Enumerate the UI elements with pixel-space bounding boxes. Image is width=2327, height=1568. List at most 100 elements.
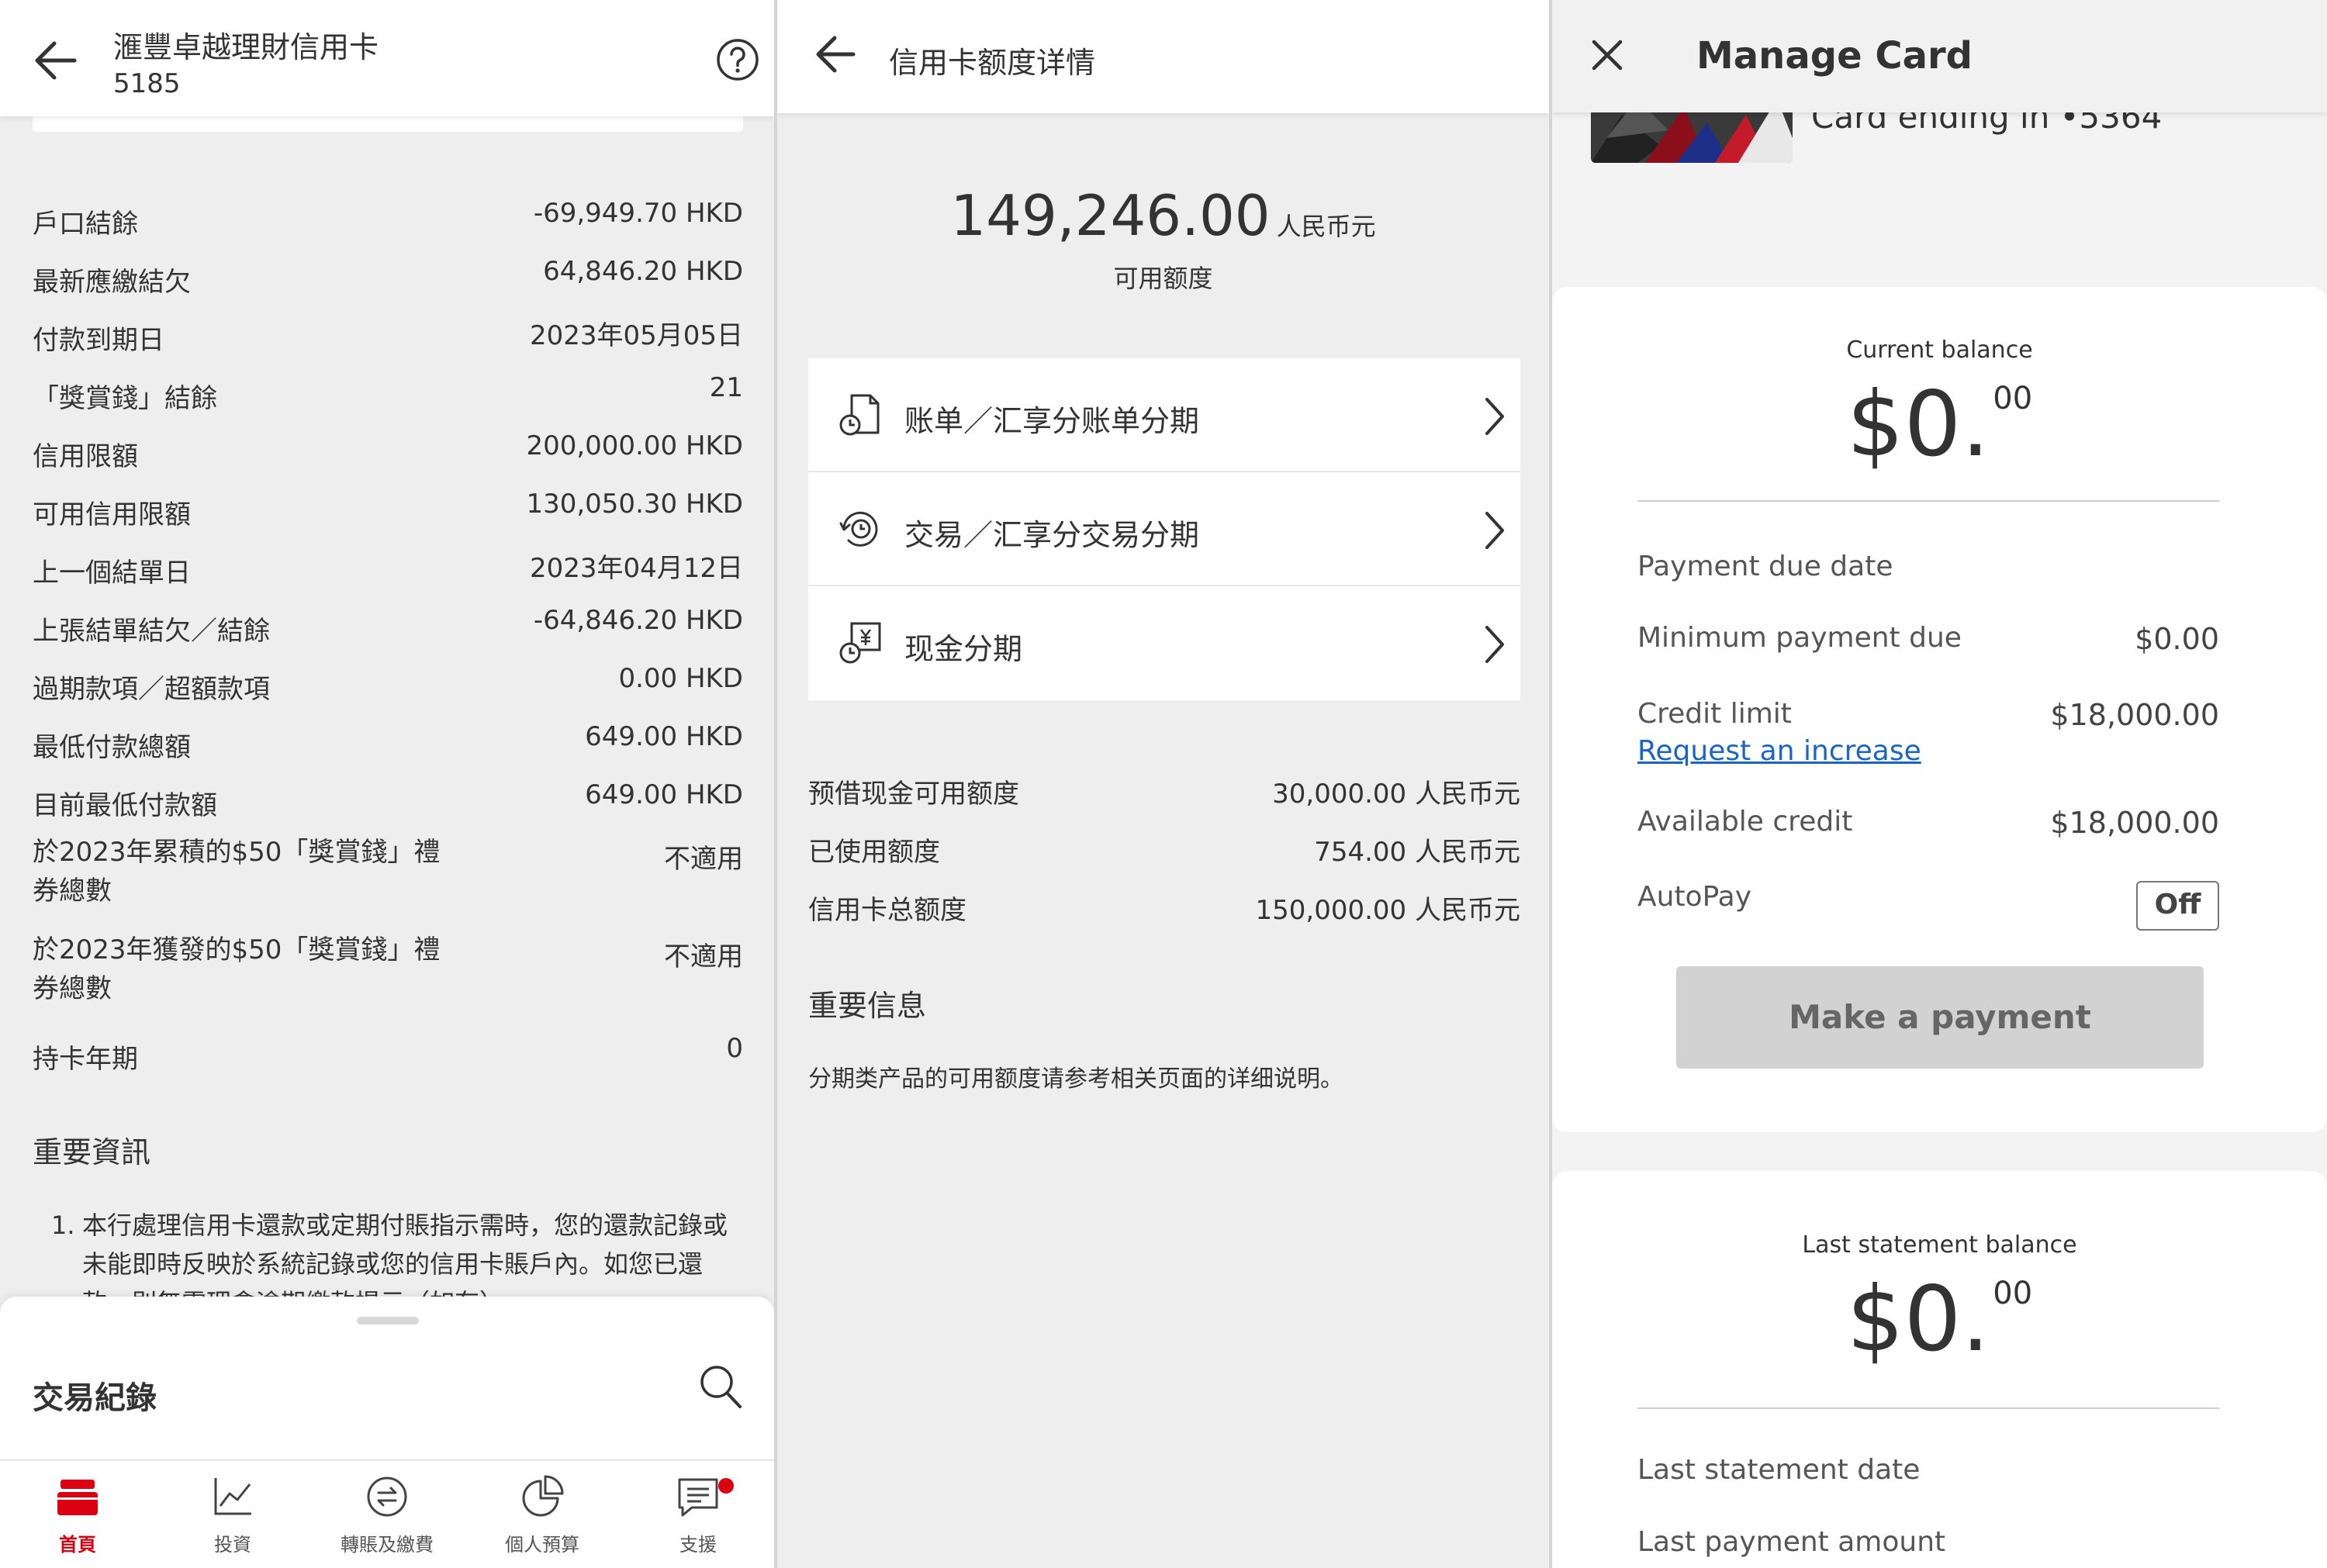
autopay-row: AutoPay — [1637, 881, 2219, 927]
detail-row: 戶口結餘 -69,949.70 HKD — [33, 198, 743, 256]
row-label: 上一個結單日 — [33, 558, 191, 589]
row-label: 上張結單結欠／結餘 — [33, 616, 270, 647]
available-amount: 149,246.00 人民币元 — [777, 183, 1549, 248]
row-label: AutoPay — [1637, 881, 1752, 913]
detail-row: 過期款項／超額款項 0.00 HKD — [33, 663, 743, 721]
note-number: 1. — [51, 1211, 75, 1240]
installment-menu: 账单／汇享分账单分期 交易／汇享分交易分期 现金分期 — [808, 358, 1520, 700]
row-value: 2023年04月12日 — [529, 553, 743, 584]
balance-cents: 00 — [1993, 1276, 2033, 1311]
row-value: 不適用 — [664, 844, 743, 875]
row-label: Minimum payment due — [1637, 622, 1962, 654]
detail-row: 已使用额度 754.00 人民币元 — [808, 831, 1520, 889]
page-title: 信用卡额度详情 — [889, 46, 1096, 80]
account-details-list: 戶口結餘 -69,949.70 HKD 最新應繳結欠 64,846.20 HKD 付… — [33, 198, 743, 1091]
divider — [1637, 500, 2219, 502]
row-label: 可用信用限額 — [33, 499, 191, 530]
row-label: 於2023年獲發的$50「獎賞錢」禮券總數 — [33, 934, 441, 1004]
menu-item-bill-installment[interactable]: 账单／汇享分账单分期 — [808, 358, 1520, 472]
card-edge — [33, 116, 743, 132]
available-credit-row: Available credit $18,000.00 — [1637, 806, 2219, 852]
chart-icon — [178, 1472, 287, 1521]
drag-handle[interactable] — [357, 1317, 419, 1325]
detail-row: 上一個結單日 2023年04月12日 — [33, 547, 743, 605]
balance-dollars: $0. — [1846, 372, 1990, 477]
chat-icon — [644, 1472, 752, 1521]
nav-budget[interactable]: 個人預算 — [488, 1472, 596, 1556]
row-label: 信用卡总额度 — [808, 895, 966, 926]
last-payment-amount-row: Last payment amount — [1637, 1526, 2219, 1568]
detail-row: 信用限額 200,000.00 HKD — [33, 430, 743, 489]
nav-home[interactable]: 首頁 — [23, 1472, 132, 1556]
help-icon[interactable] — [715, 37, 760, 82]
row-value: -69,949.70 HKD — [533, 198, 743, 229]
menu-item-cash-installment[interactable]: 现金分期 — [808, 586, 1520, 700]
nav-invest[interactable]: 投資 — [178, 1472, 287, 1556]
important-info-heading: 重要信息 — [808, 989, 927, 1023]
menu-label: 账单／汇享分账单分期 — [904, 404, 1200, 438]
row-label: Available credit — [1637, 806, 1853, 838]
limit-details-list: 预借现金可用额度 30,000.00 人民币元 已使用额度 754.00 人民币元 … — [808, 772, 1520, 947]
transactions-sheet[interactable]: 交易紀錄 — [0, 1297, 774, 1459]
detail-row: 信用卡总额度 150,000.00 人民币元 — [808, 889, 1520, 947]
row-label: 於2023年累積的$50「獎賞錢」禮券總數 — [33, 837, 441, 907]
transaction-installment-icon — [838, 506, 883, 551]
row-value: 21 — [709, 372, 743, 403]
balance-cents: 00 — [1993, 381, 2033, 416]
notification-dot — [718, 1478, 734, 1494]
row-label: 预借现金可用额度 — [808, 779, 1019, 810]
detail-row: 目前最低付款額 649.00 HKD — [33, 779, 743, 838]
row-label: 持卡年期 — [33, 1044, 138, 1075]
row-value: $0.00 — [2135, 622, 2219, 656]
row-label: 過期款項／超額款項 — [33, 674, 270, 705]
pie-icon — [488, 1472, 596, 1521]
detail-row: 上張結單結欠／結餘 -64,846.20 HKD — [33, 605, 743, 663]
app-header: Manage Card — [1552, 0, 2327, 112]
bottom-nav: 首頁 投資 轉賬及繳費 個人預算 支援 — [0, 1459, 774, 1568]
menu-label: 交易／汇享分交易分期 — [904, 518, 1200, 552]
minimum-payment-row: Minimum payment due $0.00 — [1637, 622, 2219, 668]
autopay-toggle[interactable]: Off — [2136, 881, 2219, 931]
menu-item-transaction-installment[interactable]: 交易／汇享分交易分期 — [808, 472, 1520, 586]
nav-label: 個人預算 — [505, 1534, 579, 1556]
current-balance-label: Current balance — [1846, 337, 2033, 364]
currency-unit: 人民币元 — [1276, 212, 1376, 241]
page-title: Manage Card — [1696, 34, 1973, 78]
payment-due-date-row: Payment due date — [1637, 551, 2219, 597]
menu-label: 现金分期 — [904, 632, 1023, 666]
row-label: 付款到期日 — [33, 325, 164, 356]
row-value: $18,000.00 — [2050, 698, 2219, 732]
back-arrow-icon[interactable] — [811, 31, 859, 78]
last-statement-date-row: Last statement date — [1637, 1454, 2219, 1501]
make-payment-button[interactable]: Make a payment — [1676, 966, 2204, 1069]
row-value: 30,000.00 人民币元 — [1272, 779, 1520, 810]
row-value: -64,846.20 HKD — [533, 605, 743, 636]
row-label: 已使用额度 — [808, 837, 940, 868]
row-label: 信用限額 — [33, 441, 138, 472]
transfer-icon — [333, 1472, 441, 1521]
detail-row: 於2023年累積的$50「獎賞錢」禮券總數 不適用 — [33, 837, 743, 935]
detail-row: 可用信用限額 130,050.30 HKD — [33, 489, 743, 547]
row-value: 150,000.00 人民币元 — [1255, 895, 1520, 926]
back-arrow-icon[interactable] — [31, 37, 81, 84]
close-icon[interactable] — [1591, 39, 1623, 71]
row-label: 最新應繳結欠 — [33, 267, 191, 298]
row-label: 目前最低付款額 — [33, 790, 217, 821]
request-increase-link[interactable]: Request an increase — [1637, 735, 1921, 767]
app-header: 信用卡额度详情 — [777, 0, 1549, 113]
hsbc-card-details-panel: 滙豐卓越理財信用卡 5185 戶口結餘 -69,949.70 HKD 最新應繳結欠… — [0, 0, 774, 1568]
current-balance-amount: $0. 00 — [1552, 372, 2327, 477]
balance-dollars: $0. — [1846, 1267, 1990, 1372]
row-label: 「獎賞錢」結餘 — [33, 383, 217, 414]
search-icon[interactable] — [698, 1363, 743, 1411]
row-value: 754.00 人民币元 — [1314, 837, 1520, 868]
nav-label: 投資 — [214, 1534, 251, 1556]
chevron-right-icon — [1483, 509, 1506, 551]
last-statement-label: Last statement balance — [1802, 1231, 2077, 1259]
nav-transfer[interactable]: 轉賬及繳費 — [333, 1472, 441, 1556]
nav-support[interactable]: 支援 — [644, 1472, 752, 1556]
row-value: 130,050.30 HKD — [526, 489, 743, 520]
important-info-note: 分期类产品的可用额度请参考相关页面的详细说明。 — [808, 1065, 1343, 1093]
detail-row: 「獎賞錢」結餘 21 — [33, 372, 743, 430]
available-amount-value: 149,246.00 — [950, 183, 1271, 248]
